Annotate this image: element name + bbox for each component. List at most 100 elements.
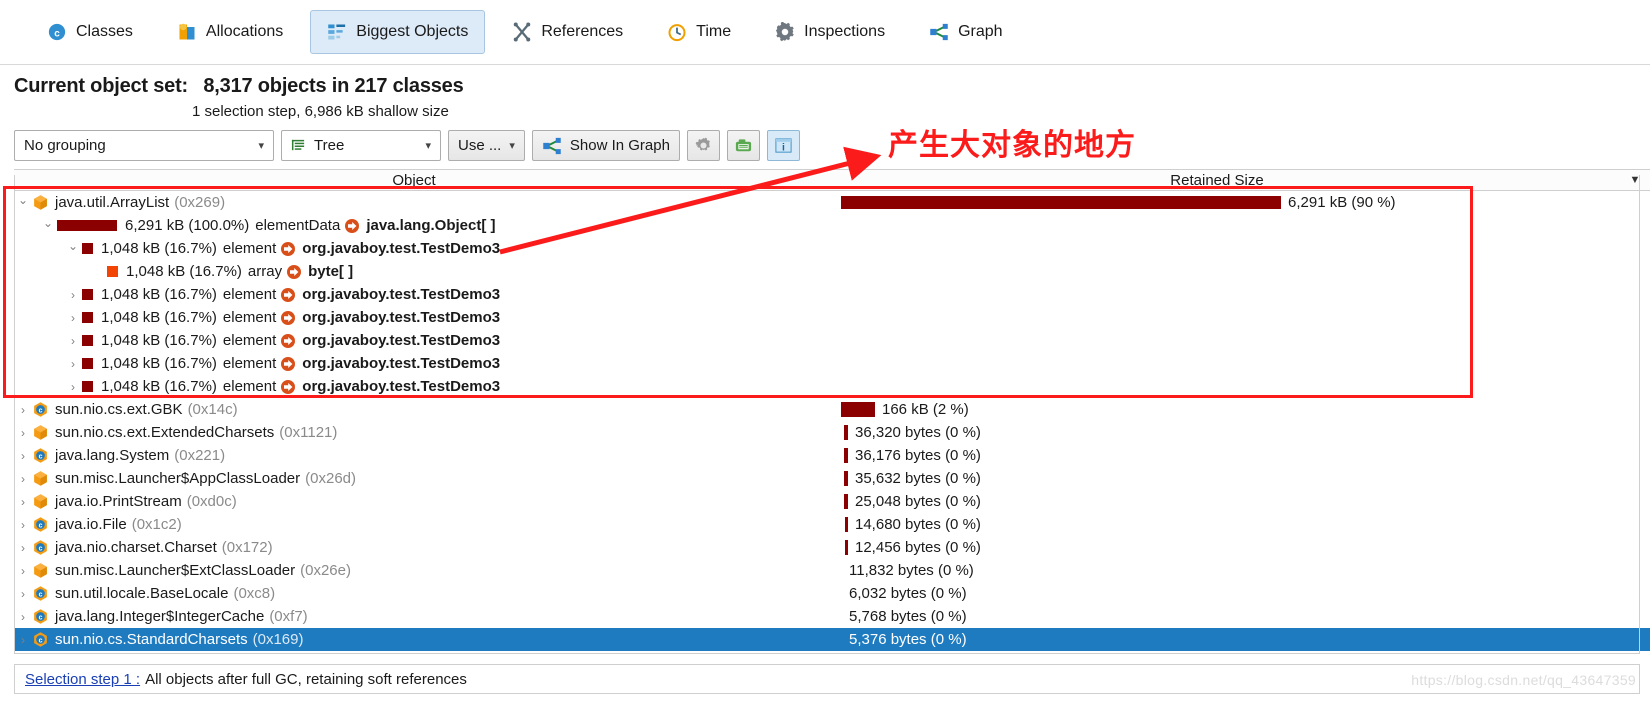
inspections-icon xyxy=(776,22,794,42)
chevron-right-icon[interactable] xyxy=(64,312,82,324)
chevron-right-icon[interactable] xyxy=(64,358,82,370)
chevron-down-icon[interactable] xyxy=(64,243,82,255)
table-row[interactable]: c java.lang.System(0x221) 36,176 bytes (0 … xyxy=(14,444,1650,467)
table-row[interactable]: sun.misc.Launcher$ExtClassLoader(0x26e) 1… xyxy=(14,559,1650,582)
time-icon xyxy=(668,24,686,42)
chevron-right-icon[interactable] xyxy=(14,542,32,554)
chevron-right-icon[interactable] xyxy=(64,335,82,347)
row-object-address: (0x14c) xyxy=(187,401,238,418)
tab-label: Classes xyxy=(76,23,133,40)
row-object-address: (0x1121) xyxy=(279,424,338,441)
row-object-cell: java.util.ArrayList(0x269) xyxy=(14,194,814,211)
row-retained-size: 5,768 bytes (0 %) xyxy=(849,608,967,625)
chevron-right-icon[interactable] xyxy=(14,450,32,462)
chevron-right-icon[interactable] xyxy=(64,289,82,301)
reference-arrow-icon xyxy=(281,241,296,256)
chevron-down-icon[interactable] xyxy=(39,220,57,232)
table-row[interactable]: c java.lang.Integer$IntegerCache(0xf7) 5,7… xyxy=(14,605,1650,628)
chevron-right-icon[interactable] xyxy=(14,611,32,623)
tab-classes[interactable]: c Classes xyxy=(30,10,150,54)
retained-size-bar xyxy=(841,196,1281,209)
table-row[interactable]: 1,048 kB (16.7%) element org.javaboy.test.… xyxy=(14,375,1650,398)
tab-inspections[interactable]: Inspections xyxy=(758,10,902,54)
tab-label: Allocations xyxy=(205,23,284,40)
heap-walker-button[interactable] xyxy=(726,130,760,161)
row-class-name: java.util.ArrayList xyxy=(55,194,170,211)
table-row[interactable]: sun.nio.cs.ext.ExtendedCharsets(0x1121) 3… xyxy=(14,421,1650,444)
chevron-right-icon[interactable] xyxy=(14,473,32,485)
chevron-right-icon[interactable] xyxy=(14,519,32,531)
table-row[interactable]: sun.misc.Launcher$AppClassLoader(0x26d) 3… xyxy=(14,467,1650,490)
grouping-select[interactable]: No grouping ▾ xyxy=(14,130,274,161)
row-object-cell: sun.nio.cs.ext.ExtendedCharsets(0x1121) xyxy=(14,424,814,441)
graph-icon xyxy=(930,23,948,41)
settings-button[interactable] xyxy=(686,130,720,161)
row-object-cell: c java.io.File(0x1c2) xyxy=(14,516,814,533)
chevron-down-icon[interactable] xyxy=(14,197,32,209)
row-field-name: element xyxy=(222,332,277,349)
row-object-cell: c java.lang.Integer$IntegerCache(0xf7) xyxy=(14,608,814,625)
size-swatch xyxy=(107,266,118,277)
table-row[interactable]: 1,048 kB (16.7%) element org.javaboy.test.… xyxy=(14,329,1650,352)
chevron-right-icon[interactable] xyxy=(14,565,32,577)
table-row[interactable]: c java.nio.charset.Charset(0x172) 12,456 b… xyxy=(14,536,1650,559)
show-in-graph-button[interactable]: Show In Graph xyxy=(531,130,680,161)
selection-step-link[interactable]: Selection step 1 : xyxy=(25,671,140,688)
tab-time[interactable]: Time xyxy=(650,10,748,54)
row-retained-size: 166 kB (2 %) xyxy=(882,401,969,418)
sort-descending-icon[interactable]: ▼ xyxy=(1620,174,1650,186)
tree-row-container: java.util.ArrayList(0x269) 6,291 kB (90 %… xyxy=(14,191,1650,651)
table-row[interactable]: 1,048 kB (16.7%) element org.javaboy.test.… xyxy=(14,306,1650,329)
table-row[interactable]: c sun.nio.cs.ext.GBK(0x14c) 166 kB (2 %) xyxy=(14,398,1650,421)
tab-label: Time xyxy=(696,23,732,40)
column-header-retained-size[interactable]: Retained Size xyxy=(814,172,1620,189)
chevron-right-icon[interactable] xyxy=(14,404,32,416)
biggest-objects-tree[interactable]: Object Retained Size ▼ java.util.ArrayLi… xyxy=(0,169,1650,651)
table-row[interactable]: 1,048 kB (16.7%) element org.javaboy.test.… xyxy=(14,237,1650,260)
class-circle-icon: c xyxy=(34,448,47,463)
tab-allocations[interactable]: Allocations xyxy=(160,10,300,54)
annotation-text: 产生大对象的地方 xyxy=(888,128,1136,163)
row-field-name: array xyxy=(247,263,283,280)
row-object-cell: java.io.PrintStream(0xd0c) xyxy=(14,493,814,510)
info-icon: i xyxy=(775,138,792,153)
column-header-object[interactable]: Object xyxy=(14,172,814,189)
svg-text:i: i xyxy=(782,142,785,153)
table-row[interactable]: 1,048 kB (16.7%) element org.javaboy.test.… xyxy=(14,283,1650,306)
chevron-right-icon[interactable] xyxy=(14,588,32,600)
row-retained-size-cell: 6,032 bytes (0 %) xyxy=(814,585,1650,602)
chevron-down-icon: ▾ xyxy=(425,140,431,152)
row-object-cell: c java.lang.System(0x221) xyxy=(14,447,814,464)
allocations-icon xyxy=(179,23,195,40)
table-row[interactable]: 1,048 kB (16.7%) element org.javaboy.test.… xyxy=(14,352,1650,375)
chevron-down-icon: ▾ xyxy=(258,140,264,152)
tab-graph[interactable]: Graph xyxy=(912,10,1019,54)
info-button[interactable]: i xyxy=(766,130,800,161)
row-field-name: element xyxy=(222,355,277,372)
row-object-address: (0x26d) xyxy=(305,470,357,487)
table-row[interactable]: 6,291 kB (100.0%) elementData java.lang.Ob… xyxy=(14,214,1650,237)
table-row[interactable]: c sun.nio.cs.StandardCharsets(0x169) 5,376… xyxy=(14,628,1650,651)
table-row[interactable]: java.util.ArrayList(0x269) 6,291 kB (90 %… xyxy=(14,191,1650,214)
row-object-cell: c sun.util.locale.BaseLocale(0xc8) xyxy=(14,585,814,602)
table-row[interactable]: 1,048 kB (16.7%) array byte[ ] xyxy=(14,260,1650,283)
view-mode-select[interactable]: Tree ▾ xyxy=(281,130,441,161)
row-size: 1,048 kB (16.7%) xyxy=(101,309,217,326)
view-tabbar: c Classes Allocations Biggest Objects Refere… xyxy=(0,0,1650,65)
tab-references[interactable]: References xyxy=(495,10,640,54)
table-row[interactable]: c java.io.File(0x1c2) 14,680 bytes (0 %) xyxy=(14,513,1650,536)
chevron-right-icon[interactable] xyxy=(14,634,32,646)
tab-biggest-objects[interactable]: Biggest Objects xyxy=(310,10,486,54)
row-field-name: element xyxy=(222,286,277,303)
row-object-address: (0x169) xyxy=(252,631,304,648)
table-row[interactable]: c sun.util.locale.BaseLocale(0xc8) 6,032 b… xyxy=(14,582,1650,605)
retained-size-bar xyxy=(845,517,848,532)
table-row[interactable]: java.io.PrintStream(0xd0c) 25,048 bytes (… xyxy=(14,490,1650,513)
chevron-right-icon[interactable] xyxy=(14,496,32,508)
row-class-name: java.io.File xyxy=(55,516,127,533)
chevron-right-icon[interactable] xyxy=(14,427,32,439)
chevron-right-icon[interactable] xyxy=(64,381,82,393)
row-size: 1,048 kB (16.7%) xyxy=(101,378,217,395)
row-retained-size: 5,376 bytes (0 %) xyxy=(849,631,967,648)
use-button[interactable]: Use ... ▾ xyxy=(448,130,525,161)
